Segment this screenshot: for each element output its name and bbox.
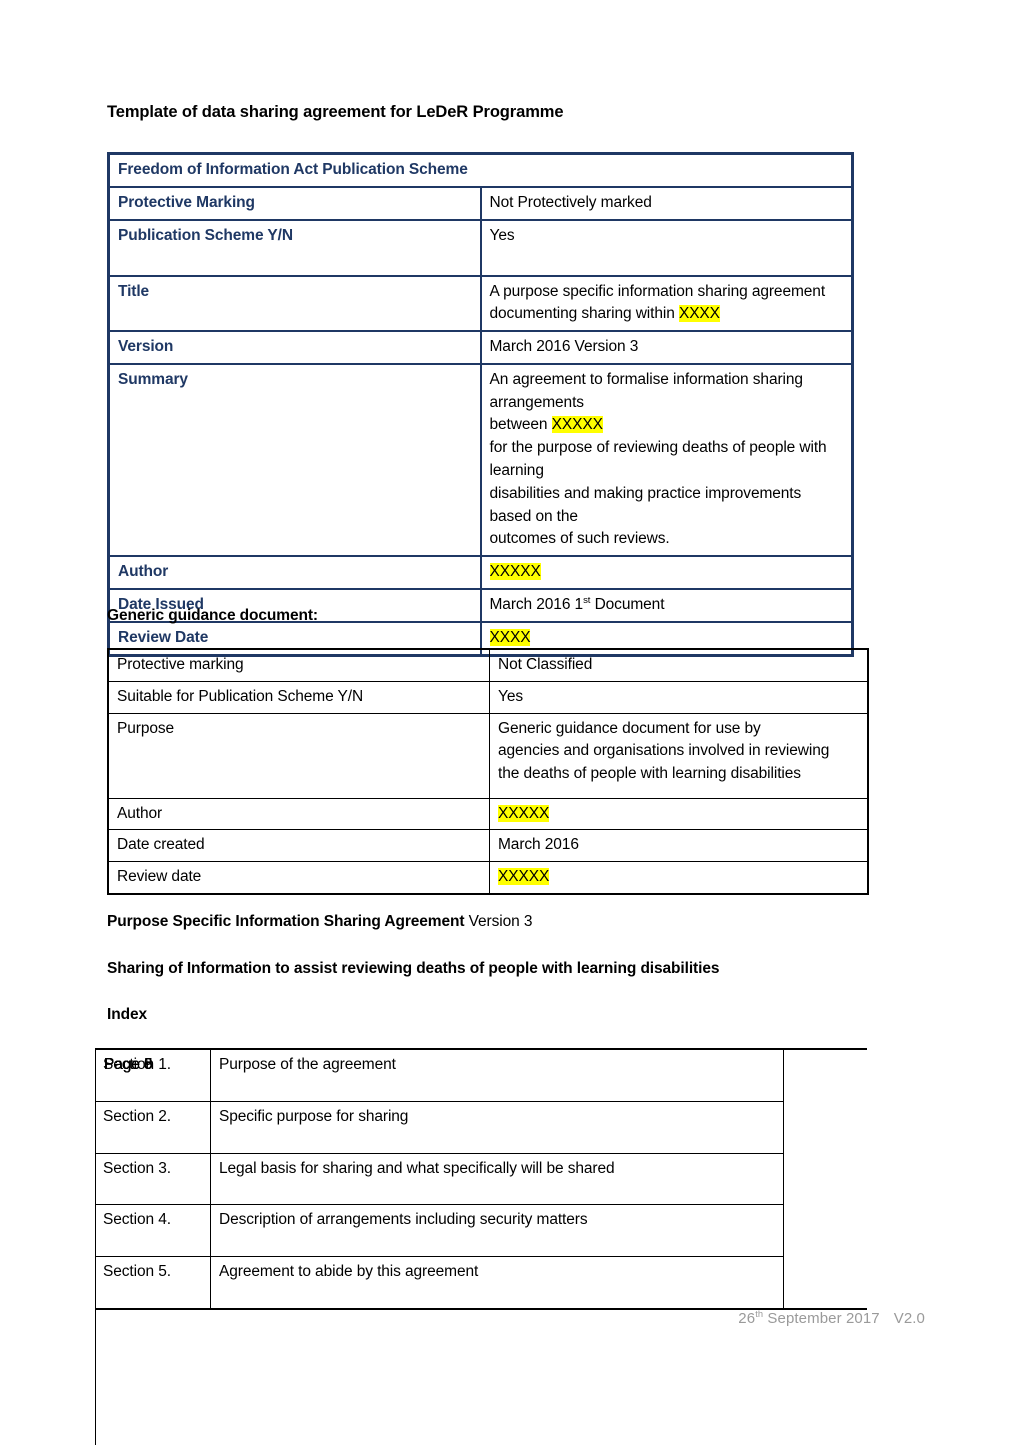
summary-line-1: An agreement to formalise information sh… — [489, 370, 804, 411]
generic-guidance-heading: Generic guidance document: — [107, 607, 318, 624]
row-label-version: Version — [107, 330, 482, 365]
document-page: Template of data sharing agreement for L… — [0, 0, 1020, 1445]
date-issued-prefix: March 2016 1 — [489, 595, 584, 613]
psisa-heading-version: Version 3 — [464, 913, 533, 930]
label-text: Summary — [118, 370, 188, 388]
table-row: Title A purpose specific information sha… — [107, 274, 854, 333]
index-row-description: Specific purpose for sharing — [210, 1100, 784, 1154]
index-row-description: Agreement to abide by this agreement — [210, 1256, 784, 1310]
row-label-date-created: Date created — [107, 829, 490, 863]
footer-date-ordinal: th — [755, 1309, 764, 1319]
page-title: Template of data sharing agreement for L… — [107, 103, 564, 121]
row-value-publication-scheme: Yes — [479, 218, 854, 277]
row-value-date-issued: March 2016 1st Document — [479, 587, 854, 623]
author-placeholder-highlight: XXXXX — [489, 563, 541, 581]
row-value-suitable-publication-scheme: Yes — [489, 680, 869, 714]
purpose-line-2: agencies and organisations involved in r… — [498, 742, 830, 760]
review-date-placeholder-highlight: XXXX — [489, 628, 531, 646]
table-row: Author XXXXX — [107, 797, 869, 831]
summary-line-5: outcomes of such reviews. — [489, 530, 670, 548]
date-issued-suffix: Document — [590, 595, 665, 613]
footer-version: V2.0 — [893, 1310, 925, 1327]
table-row: Version March 2016 Version 3 — [107, 330, 854, 365]
index-table: Section 1. Purpose of the agreement Page… — [95, 1048, 867, 1445]
row-value-review-date: XXXXX — [489, 861, 869, 895]
summary-line-2-prefix: between — [489, 416, 552, 434]
purpose-line-3: the deaths of people with learning disab… — [498, 765, 801, 783]
foi-publication-scheme-table: Freedom of Information Act Publication S… — [107, 152, 854, 657]
table-row: Suitable for Publication Scheme Y/N Yes — [107, 680, 869, 714]
index-row-description: Legal basis for sharing and what specifi… — [210, 1152, 784, 1206]
row-value-date-created: March 2016 — [489, 829, 869, 863]
author-placeholder-highlight: XXXXX — [498, 804, 550, 822]
row-value-title: A purpose specific information sharing a… — [479, 274, 854, 333]
index-row-page: Page 9 — [95, 1049, 223, 1445]
summary-placeholder-highlight: XXXXX — [551, 416, 603, 434]
row-value-protective-marking: Not Protectively marked — [479, 185, 854, 221]
table-row: Protective marking Not Classified — [107, 648, 869, 682]
table-row: Protective Marking Not Protectively mark… — [107, 185, 854, 221]
purpose-line-1: Generic guidance document for use by — [498, 719, 761, 737]
psisa-heading: Purpose Specific Information Sharing Agr… — [107, 913, 532, 931]
label-text: Purpose — [117, 719, 175, 737]
table-row: Freedom of Information Act Publication S… — [107, 152, 854, 188]
row-value-protective-marking: Not Classified — [489, 648, 869, 682]
table-row: Section 5. Agreement to abide by this ag… — [95, 1049, 867, 1445]
table-row: Author XXXXX — [107, 555, 854, 590]
table-row: Summary An agreement to formalise inform… — [107, 362, 854, 558]
page-footer: 26th September 2017 V2.0 — [0, 1309, 925, 1327]
row-value-summary: An agreement to formalise information sh… — [479, 362, 854, 558]
row-value-purpose: Generic guidance document for use by age… — [489, 712, 869, 799]
title-placeholder-highlight: XXXX — [678, 305, 720, 323]
index-heading: Index — [107, 1006, 147, 1023]
table-row: Review date XXXXX — [107, 861, 869, 895]
row-label-author: Author — [107, 797, 490, 831]
index-row-description: Purpose of the agreement — [210, 1048, 784, 1102]
row-value-author: XXXXX — [479, 555, 854, 590]
review-date-placeholder-highlight: XXXXX — [498, 868, 550, 886]
table-row: Date created March 2016 — [107, 829, 869, 863]
row-label-purpose: Purpose — [107, 712, 490, 799]
title-line-1: A purpose specific information sharing a… — [489, 282, 826, 300]
summary-line-3: for the purpose of reviewing deaths of p… — [489, 439, 827, 480]
row-label-protective-marking: Protective marking — [107, 648, 490, 682]
sharing-of-information-heading: Sharing of Information to assist reviewi… — [107, 960, 720, 977]
psisa-heading-bold: Purpose Specific Information Sharing Agr… — [107, 913, 465, 930]
row-label-title: Title — [107, 274, 482, 333]
row-label-publication-scheme: Publication Scheme Y/N — [107, 218, 482, 277]
footer-date-prefix: 26 — [738, 1310, 756, 1327]
row-label-review-date: Review date — [107, 861, 490, 895]
row-value-author: XXXXX — [489, 797, 869, 831]
row-label-summary: Summary — [107, 362, 482, 558]
row-label-author: Author — [107, 555, 482, 590]
row-label-suitable-publication-scheme: Suitable for Publication Scheme Y/N — [107, 680, 490, 714]
foi-table-header: Freedom of Information Act Publication S… — [107, 152, 854, 188]
table-row: Publication Scheme Y/N Yes — [107, 218, 854, 277]
index-row-description: Description of arrangements including se… — [210, 1204, 784, 1258]
row-value-version: March 2016 Version 3 — [479, 330, 854, 365]
generic-guidance-table: Protective marking Not Classified Suitab… — [107, 648, 869, 895]
footer-date-suffix: September 2017 — [763, 1310, 880, 1327]
table-row: Purpose Generic guidance document for us… — [107, 712, 869, 799]
label-text: Publication Scheme Y/N — [118, 226, 293, 244]
summary-line-4: disabilities and making practice improve… — [489, 484, 802, 525]
row-label-protective-marking: Protective Marking — [107, 185, 482, 221]
title-line-2-prefix: documenting sharing within — [489, 305, 679, 323]
